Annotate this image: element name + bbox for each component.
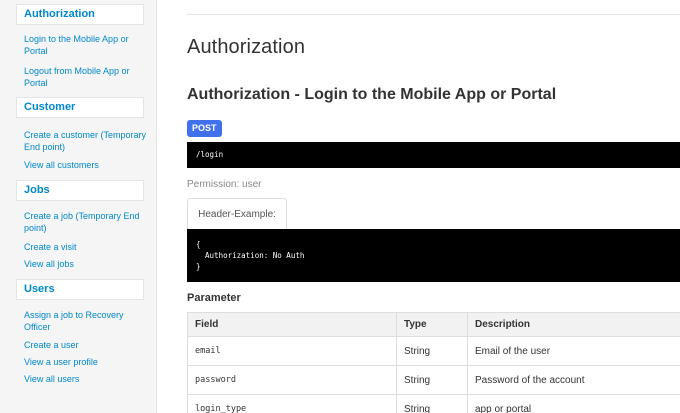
- endpoint-title: Authorization - Login to the Mobile App …: [187, 86, 557, 103]
- nav-header-users[interactable]: Users: [16, 279, 144, 300]
- cell-type: String: [396, 394, 468, 413]
- divider: [186, 14, 680, 15]
- cell-field: login_type: [187, 394, 397, 413]
- nav-link-view-user-profile[interactable]: View a user profile: [24, 356, 148, 368]
- cell-description: app or portal: [467, 394, 680, 413]
- header-example-code: { Authorization: No Auth }: [187, 229, 680, 282]
- cell-description: Password of the account: [467, 365, 680, 395]
- nav-link-view-jobs[interactable]: View all jobs: [24, 258, 148, 270]
- permission-text: Permission: user: [187, 179, 262, 190]
- main-content: Authorization Authorization - Login to t…: [157, 0, 680, 413]
- nav-header-customer[interactable]: Customer: [16, 97, 144, 118]
- table-row: login_type String app or portal: [187, 394, 680, 413]
- column-header-field: Field: [187, 312, 397, 337]
- cell-type: String: [396, 336, 468, 366]
- nav-link-assign-job[interactable]: Assign a job to Recovery Officer: [24, 309, 148, 333]
- sidebar: Authorization Login to the Mobile App or…: [0, 0, 157, 413]
- nav-link-logout[interactable]: Logout from Mobile App or Portal: [24, 65, 148, 89]
- table-header-row: Field Type Description: [187, 312, 680, 337]
- nav-header-authorization[interactable]: Authorization: [16, 4, 144, 25]
- nav-link-create-customer[interactable]: Create a customer (Temporary End point): [24, 129, 148, 153]
- nav-link-create-visit[interactable]: Create a visit: [24, 241, 148, 253]
- method-badge: POST: [187, 120, 222, 137]
- cell-field: password: [187, 365, 397, 395]
- parameter-heading: Parameter: [187, 292, 241, 304]
- cell-field: email: [187, 336, 397, 366]
- table-row: password String Password of the account: [187, 365, 680, 395]
- nav-header-jobs[interactable]: Jobs: [16, 180, 144, 201]
- page-title: Authorization: [187, 36, 306, 58]
- parameter-table: Field Type Description email String Emai…: [187, 312, 680, 413]
- nav-link-create-job[interactable]: Create a job (Temporary End point): [24, 210, 148, 234]
- nav-link-view-customers[interactable]: View all customers: [24, 159, 148, 171]
- endpoint-path: /login: [187, 142, 680, 168]
- column-header-description: Description: [467, 312, 680, 337]
- table-row: email String Email of the user: [187, 336, 680, 366]
- cell-type: String: [396, 365, 468, 395]
- nav-link-view-all-users[interactable]: View all users: [24, 373, 148, 385]
- nav-link-login[interactable]: Login to the Mobile App or Portal: [24, 33, 148, 57]
- cell-description: Email of the user: [467, 336, 680, 366]
- tab-header-example[interactable]: Header-Example:: [187, 198, 287, 230]
- column-header-type: Type: [396, 312, 468, 337]
- nav-link-create-user[interactable]: Create a user: [24, 339, 148, 351]
